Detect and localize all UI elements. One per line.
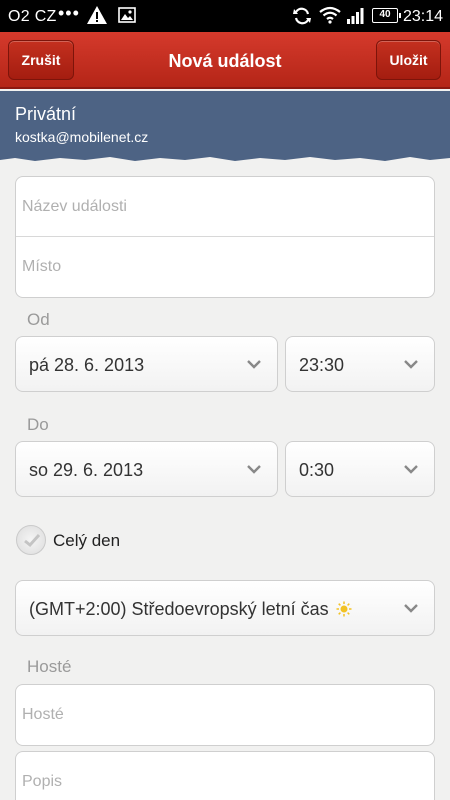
all-day-label: Celý den (53, 531, 121, 550)
battery-icon: 40 (372, 8, 401, 23)
torn-edge-divider (0, 154, 450, 161)
description-input[interactable] (16, 752, 434, 800)
from-date-select[interactable]: pá 28. 6. 2013 (15, 336, 278, 392)
chevron-down-icon (404, 465, 418, 474)
timezone-select[interactable]: (GMT+2:00) Středoevropský letní čas (15, 580, 435, 636)
notification-dots: ••• (58, 3, 80, 23)
chevron-down-icon (247, 465, 261, 474)
all-day-checkbox[interactable] (16, 525, 46, 555)
account-name: Privátní (15, 104, 77, 124)
timezone-text: (GMT+2:00) Středoevropský letní čas (29, 599, 329, 619)
location-row (16, 237, 434, 297)
event-name-input[interactable] (16, 177, 434, 236)
sun-icon (336, 601, 352, 617)
to-time-value: 0:30 (299, 460, 335, 480)
image-icon (118, 7, 136, 23)
carrier-name: O2 CZ (8, 8, 57, 25)
location-input[interactable] (16, 237, 434, 297)
event-details-group (15, 176, 435, 298)
from-label: Od (27, 310, 50, 329)
guests-label: Hosté (27, 657, 72, 676)
calendar-account[interactable]: Privátní kostka@mobilenet.cz (0, 91, 450, 157)
wifi-icon (319, 6, 341, 24)
guests-row (16, 685, 434, 745)
guests-group (15, 684, 435, 746)
description-row (16, 752, 434, 800)
to-time-select[interactable]: 0:30 (285, 441, 435, 497)
from-time-select[interactable]: 23:30 (285, 336, 435, 392)
to-label: Do (27, 415, 49, 434)
chevron-down-icon (404, 360, 418, 369)
to-date-select[interactable]: so 29. 6. 2013 (15, 441, 278, 497)
sync-icon (293, 7, 311, 25)
clock: 23:14 (402, 8, 443, 25)
guests-input[interactable] (16, 685, 434, 745)
from-time-value: 23:30 (299, 355, 345, 375)
chevron-down-icon (404, 604, 418, 613)
warning-icon (87, 6, 107, 24)
save-button[interactable]: Uložit (376, 40, 441, 80)
to-date-value: so 29. 6. 2013 (29, 460, 144, 480)
title-bar: Zrušit Nová událost Uložit (0, 32, 450, 89)
description-group (15, 751, 435, 800)
event-name-row (16, 177, 434, 237)
check-icon (24, 533, 41, 548)
from-date-value: pá 28. 6. 2013 (29, 355, 145, 375)
timezone-value: (GMT+2:00) Středoevropský letní čas (29, 599, 352, 620)
chevron-down-icon (247, 360, 261, 369)
status-bar: O2 CZ ••• 40 23:14 (0, 0, 450, 32)
signal-icon (347, 8, 364, 24)
account-email: kostka@mobilenet.cz (15, 129, 149, 145)
